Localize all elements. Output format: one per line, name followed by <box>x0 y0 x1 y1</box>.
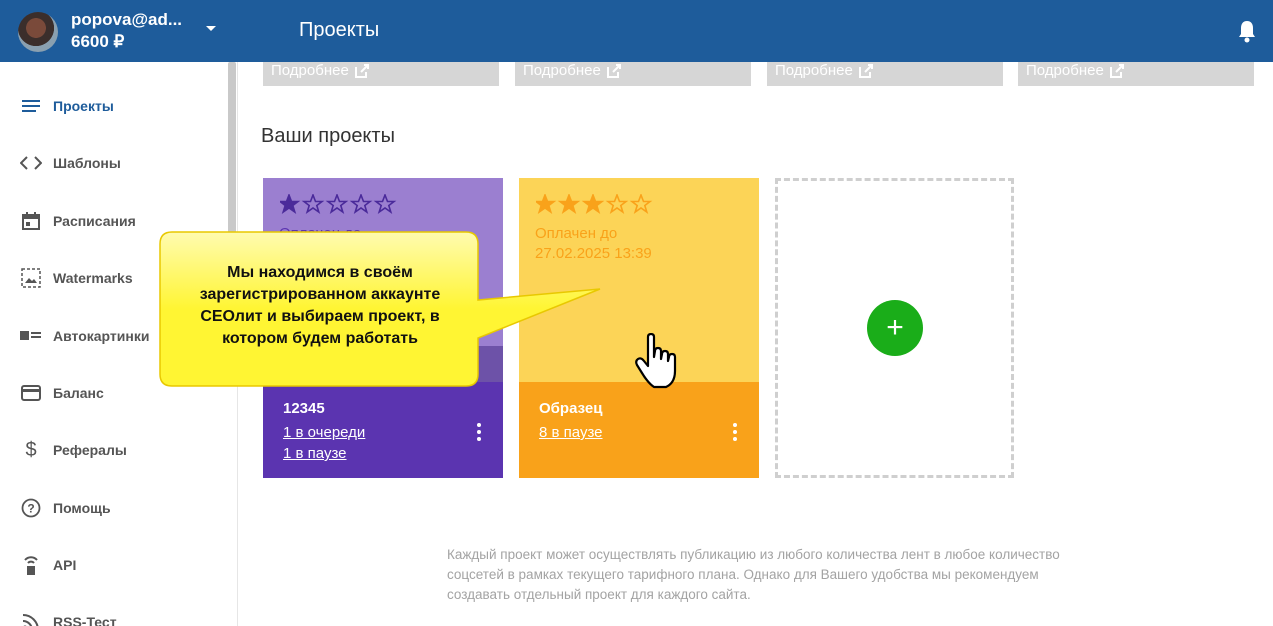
sidebar-item-rss-test[interactable]: RSS-Тест <box>0 602 226 626</box>
sidebar-item-projects[interactable]: Проекты <box>0 86 226 126</box>
info-card: Подробнее <box>515 62 751 86</box>
details-link-label: Подробнее <box>523 62 601 79</box>
user-email[interactable]: popova@ad... <box>71 10 182 30</box>
sidebar-item-label: RSS-Тест <box>53 614 117 626</box>
bell-icon[interactable] <box>1236 19 1258 43</box>
add-project-card[interactable]: + <box>775 178 1014 478</box>
sidebar-item-templates[interactable]: Шаблоны <box>0 143 226 183</box>
sidebar-item-schedules[interactable]: Расписания <box>0 201 226 241</box>
calendar-icon <box>20 210 42 232</box>
callout-line: зарегистрированном аккаунте <box>199 286 441 303</box>
help-icon: ? <box>20 497 42 519</box>
sidebar-item-label: Шаблоны <box>53 155 121 171</box>
external-link-icon <box>354 63 369 78</box>
api-icon <box>20 554 42 576</box>
details-link[interactable]: Подробнее <box>523 62 622 79</box>
project-card-footer: 12345 1 в очереди 1 в паузе <box>263 382 503 478</box>
card-divider <box>263 346 503 382</box>
paused-link[interactable]: 8 в паузе <box>539 424 603 441</box>
details-link[interactable]: Подробнее <box>271 62 370 79</box>
paid-until-date: 27.02.2025 13:39 <box>535 245 652 262</box>
callout-line: Мы находимся в своём <box>227 264 413 281</box>
callout-line: котором будем работать <box>222 330 418 347</box>
sidebar-item-label: Автокартинки <box>53 328 150 344</box>
image-text-icon <box>20 325 42 347</box>
info-card: Подробнее <box>1018 62 1254 86</box>
sidebar-item-help[interactable]: ? Помощь <box>0 488 226 528</box>
star-rating-icon <box>536 194 653 214</box>
footer-note-line: Каждый проект может осуществлять публика… <box>447 547 1060 562</box>
more-vertical-icon[interactable] <box>476 422 482 442</box>
project-card-footer: Образец 8 в паузе <box>519 382 759 478</box>
svg-text:?: ? <box>27 502 34 516</box>
star-rating-icon <box>280 194 397 214</box>
info-card: Подробнее <box>263 62 499 86</box>
dollar-icon: $ <box>25 438 37 461</box>
image-icon <box>20 267 42 289</box>
queue-link[interactable]: 1 в очереди <box>283 424 365 441</box>
sidebar-item-label: Помощь <box>53 500 111 516</box>
callout-text: Мы находимся в своём зарегистрированном … <box>170 262 470 350</box>
footer-note-line: соцсетей в рамках текущего тарифного пла… <box>447 567 1039 582</box>
section-title: Ваши проекты <box>261 125 395 147</box>
external-link-icon <box>858 63 873 78</box>
sidebar-item-label: Расписания <box>53 213 136 229</box>
details-link[interactable]: Подробнее <box>775 62 874 79</box>
add-project-button[interactable]: + <box>867 300 923 356</box>
paid-until: Оплачен до 27.02.2025 13:39 <box>535 224 652 264</box>
sidebar-item-label: Рефералы <box>53 442 127 458</box>
callout-line: СЕОлит и выбираем проект, в <box>200 308 440 325</box>
rating-stars <box>280 194 400 216</box>
credit-card-icon <box>20 382 42 404</box>
sidebar-item-label: Проекты <box>53 98 114 114</box>
external-link-icon <box>606 63 621 78</box>
sidebar-item-balance[interactable]: Баланс <box>0 373 226 413</box>
external-link-icon <box>1109 63 1124 78</box>
user-avatar[interactable] <box>18 12 58 52</box>
info-card: Подробнее <box>767 62 1003 86</box>
details-link-label: Подробнее <box>1026 62 1104 79</box>
more-vertical-icon[interactable] <box>732 422 738 442</box>
user-balance: 6600 ₽ <box>71 32 125 51</box>
details-link-label: Подробнее <box>775 62 853 79</box>
footer-note: Каждый проект может осуществлять публика… <box>447 545 1127 605</box>
details-link[interactable]: Подробнее <box>1026 62 1125 79</box>
footer-note-line: создавать отдельный проект для каждого с… <box>447 587 751 602</box>
sidebar-item-label: API <box>53 557 77 573</box>
rss-icon <box>20 611 42 626</box>
details-link-label: Подробнее <box>271 62 349 79</box>
sidebar-item-label: Watermarks <box>53 270 133 286</box>
project-card[interactable]: Оплачен до 27.02.2025 13:39 Образец 8 в … <box>519 178 759 478</box>
page-title: Проекты <box>299 19 380 41</box>
sidebar-item-label: Баланс <box>53 385 104 401</box>
code-icon <box>20 152 42 174</box>
project-name: Образец <box>539 400 603 417</box>
sidebar-item-api[interactable]: API <box>0 545 226 585</box>
paid-until-label: Оплачен до <box>535 225 618 242</box>
hand-cursor-icon <box>635 333 677 389</box>
rating-stars <box>536 194 656 216</box>
app-header: popova@ad... 6600 ₽ Проекты <box>0 0 1273 62</box>
sidebar-item-referrals[interactable]: $ Рефералы <box>0 430 226 470</box>
list-icon <box>20 95 42 117</box>
paid-until-label: Оплачен до <box>279 225 362 242</box>
paused-link[interactable]: 1 в паузе <box>283 445 347 462</box>
chevron-down-icon[interactable] <box>204 22 218 36</box>
sidebar-scrollbar[interactable] <box>228 62 236 242</box>
project-name: 12345 <box>283 400 325 417</box>
